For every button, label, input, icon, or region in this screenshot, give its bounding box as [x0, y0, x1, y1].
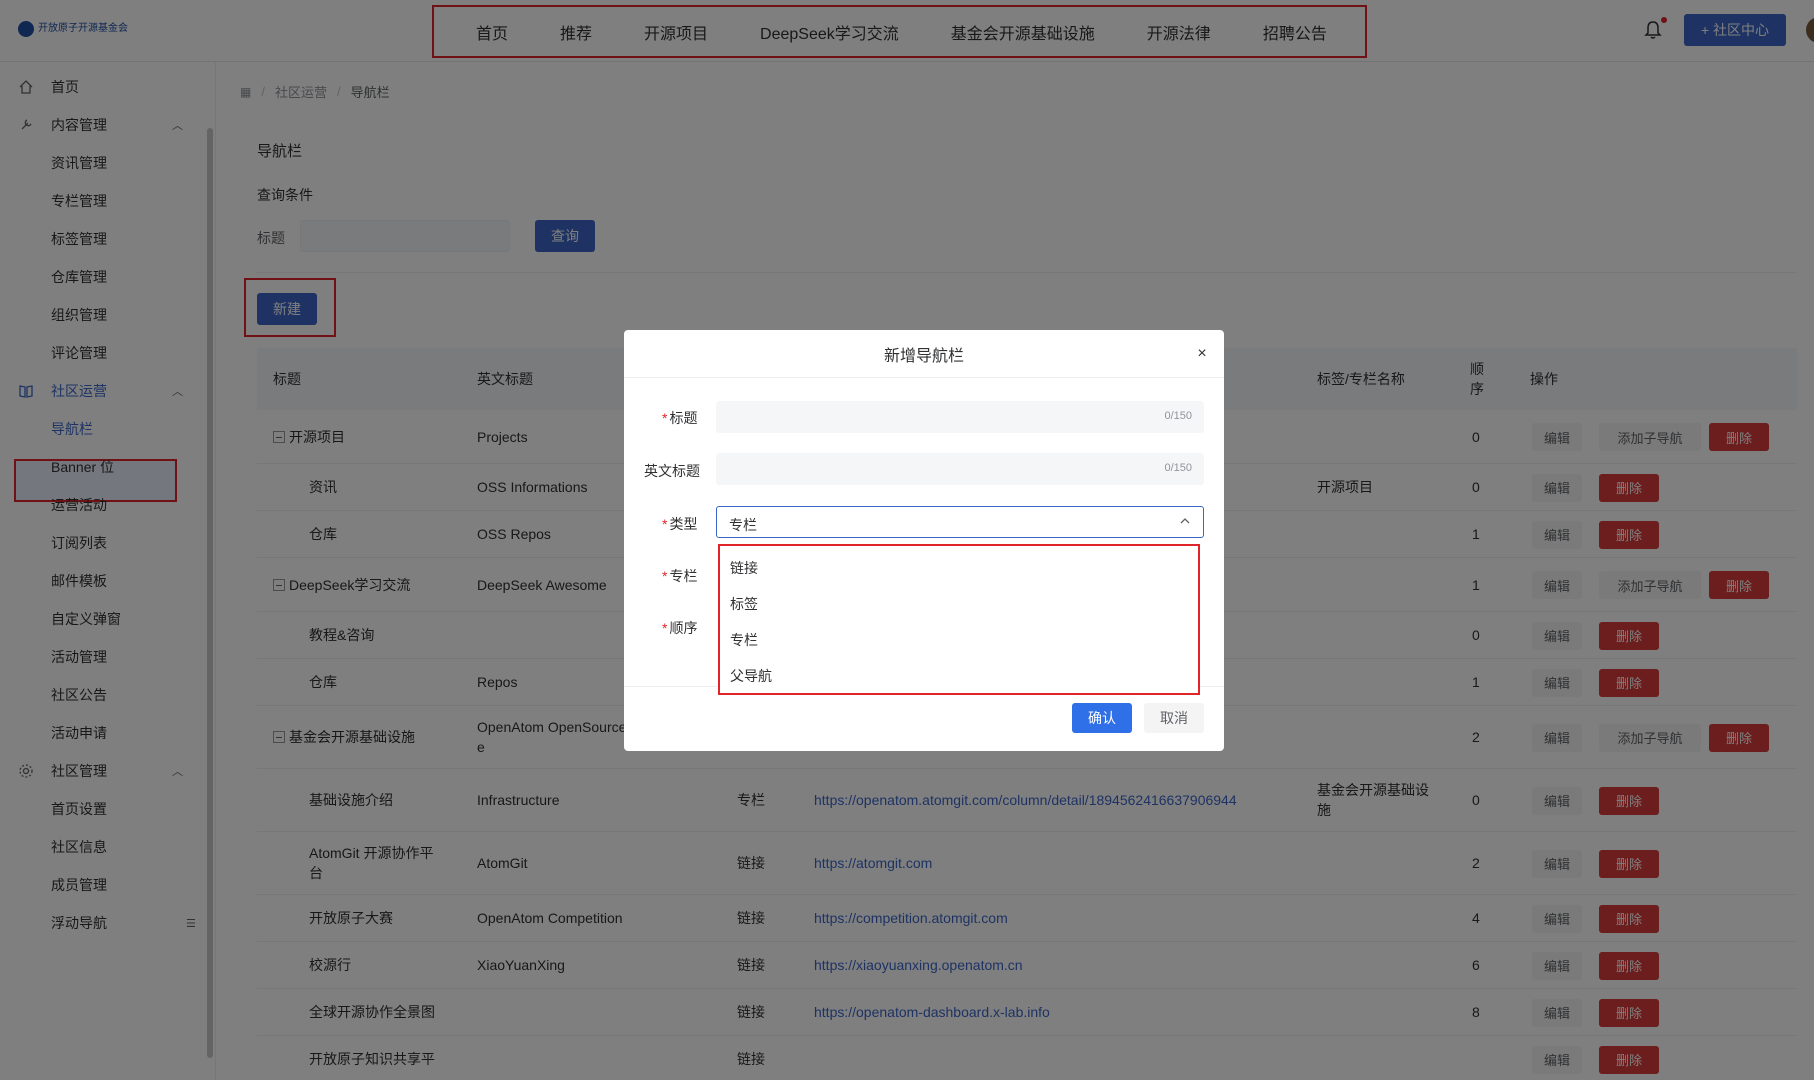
- type-select-value: 专栏: [729, 517, 757, 533]
- field-label-en-title: 英文标题: [644, 463, 700, 479]
- field-label-order: * 顺序: [662, 620, 698, 636]
- type-option-tag[interactable]: 标签: [730, 594, 758, 614]
- modal-title: 新增导航栏: [624, 330, 1224, 378]
- field-label-column: * 专栏: [662, 568, 698, 584]
- en-title-input[interactable]: 0/150: [716, 453, 1204, 485]
- field-label-type: * 类型: [662, 516, 698, 532]
- type-dropdown: 链接 标签 专栏 父导航: [718, 544, 1200, 695]
- en-title-char-count: 0/150: [1164, 462, 1192, 474]
- chevron-up-icon: [1180, 518, 1190, 524]
- type-option-column[interactable]: 专栏: [730, 630, 758, 650]
- close-icon[interactable]: ×: [1192, 342, 1212, 366]
- type-option-parent-nav[interactable]: 父导航: [730, 666, 772, 686]
- title-char-count: 0/150: [1164, 410, 1192, 422]
- confirm-button[interactable]: 确认: [1072, 703, 1132, 733]
- type-select[interactable]: 专栏: [716, 506, 1204, 538]
- field-label-title: * 标题: [662, 410, 698, 426]
- type-option-link[interactable]: 链接: [730, 558, 758, 578]
- title-input[interactable]: 0/150: [716, 401, 1204, 433]
- cancel-button[interactable]: 取消: [1144, 703, 1204, 733]
